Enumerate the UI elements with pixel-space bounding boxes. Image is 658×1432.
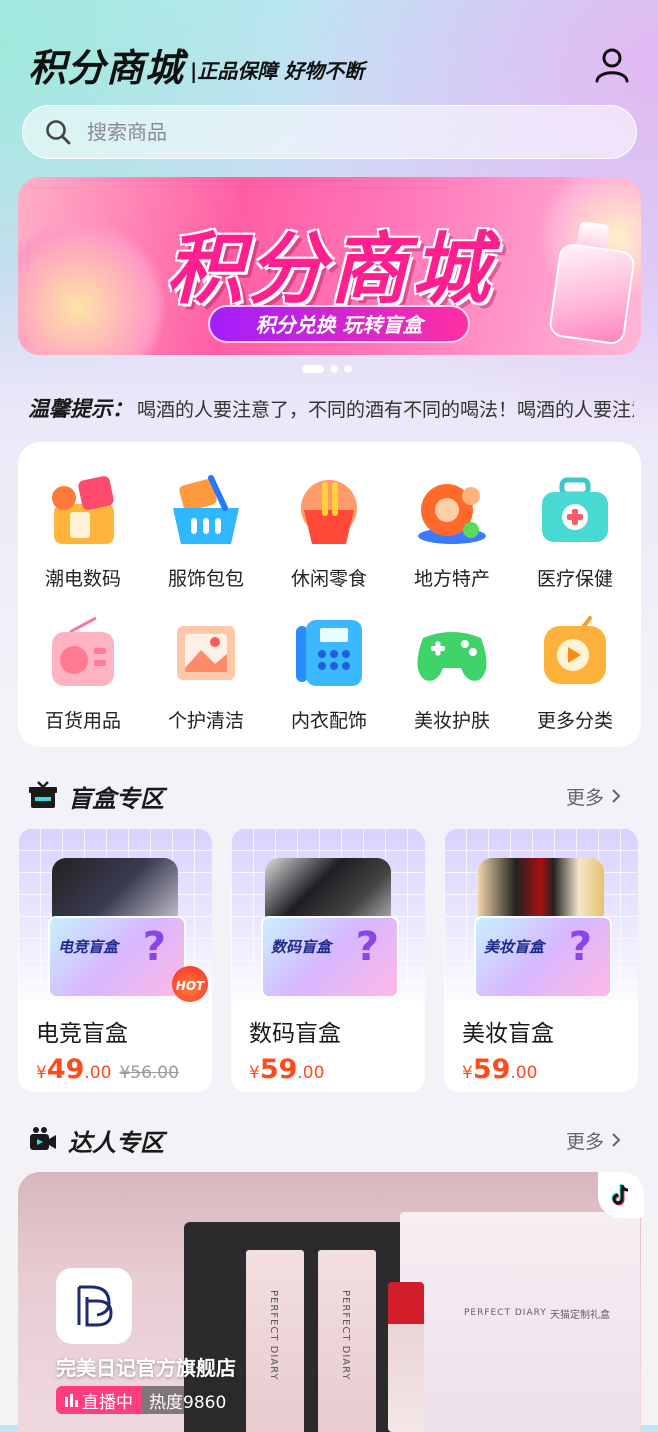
blindbox-image: 美妆盲盒? bbox=[444, 828, 638, 1000]
search-input[interactable] bbox=[85, 119, 569, 145]
pagination-dot[interactable] bbox=[330, 365, 338, 373]
product-name: 电竞盲盒 bbox=[36, 1021, 128, 1047]
category-item[interactable]: 个护清洁 bbox=[151, 610, 261, 733]
category-item[interactable]: 休闲零食 bbox=[274, 468, 384, 591]
category-label: 更多分类 bbox=[536, 710, 613, 732]
radio-icon bbox=[40, 610, 126, 696]
product-stick: PERFECT DIARY bbox=[246, 1250, 304, 1432]
category-label: 休闲零食 bbox=[290, 568, 367, 590]
category-item[interactable]: 内衣配饰 bbox=[274, 610, 384, 733]
more-label: 更多 bbox=[565, 786, 604, 809]
category-label: 美妆护肤 bbox=[413, 710, 490, 732]
specialty-icon bbox=[409, 468, 495, 554]
box-label: 美妆盲盒 bbox=[484, 938, 545, 956]
blindbox-card[interactable]: 数码盲盒? 数码盲盒 ¥59.00 bbox=[231, 828, 425, 1092]
blindbox-card[interactable]: 电竞盲盒? 电竞盲盒 ¥49.00 ¥56.00 bbox=[18, 828, 212, 1092]
category-item[interactable]: 潮电数码 bbox=[28, 468, 138, 591]
gift-box: PERFECT DIARY 天猫定制礼盒 bbox=[400, 1212, 640, 1432]
chevron-right-icon bbox=[612, 1133, 621, 1147]
category-label: 潮电数码 bbox=[44, 568, 121, 590]
search-icon bbox=[46, 120, 71, 145]
medical-kit-icon bbox=[532, 468, 618, 554]
play-icon bbox=[532, 610, 618, 696]
user-icon[interactable] bbox=[592, 44, 632, 84]
box-label: 电竞盲盒 bbox=[58, 938, 119, 956]
category-item[interactable]: 百货用品 bbox=[28, 610, 138, 733]
blindbox-image: 数码盲盒? bbox=[231, 828, 425, 1000]
product-price: ¥59.00 bbox=[249, 1054, 325, 1085]
lipstick-image bbox=[388, 1282, 424, 1432]
category-label: 服饰包包 bbox=[167, 568, 244, 590]
tiktok-icon bbox=[598, 1172, 644, 1218]
category-grid: 潮电数码 服饰包包 休闲零食 地方特产 医疗保健 百货用品 个护清洁 内衣配饰 … bbox=[18, 442, 641, 747]
category-label: 医疗保健 bbox=[536, 568, 613, 590]
original-price: ¥56.00 bbox=[119, 1063, 179, 1083]
live-indicator: 直播中 bbox=[56, 1386, 141, 1414]
promo-banner[interactable]: 积分商城 积分兑换 玩转盲盒 bbox=[18, 177, 641, 355]
notice-label: 温馨提示： bbox=[28, 397, 133, 421]
digital-icon bbox=[40, 468, 126, 554]
banner-title: 积分商城 bbox=[165, 225, 494, 315]
pagination-dot[interactable] bbox=[344, 365, 352, 373]
heat-count: 热度9860 bbox=[141, 1386, 235, 1414]
category-item[interactable]: 医疗保健 bbox=[520, 468, 630, 591]
gift-box-icon bbox=[29, 781, 57, 808]
phone-icon bbox=[286, 610, 372, 696]
notice-text: 喝酒的人要注意了，不同的酒有不同的喝法！喝酒的人要注意了，不同的酒有不同的喝法！ bbox=[137, 398, 634, 421]
banner-pagination bbox=[302, 365, 352, 373]
blindbox-more-link[interactable]: 更多 bbox=[566, 783, 624, 810]
picture-icon bbox=[163, 610, 249, 696]
page-title: 积分商城 bbox=[28, 46, 185, 90]
live-stream-card[interactable]: PERFECT DIARY PERFECT DIARY PERFECT DIAR… bbox=[18, 1172, 641, 1432]
product-price: ¥59.00 bbox=[462, 1054, 538, 1085]
store-name: 完美日记官方旗舰店 bbox=[56, 1356, 236, 1380]
category-label: 地方特产 bbox=[413, 568, 490, 590]
category-item[interactable]: 美妆护肤 bbox=[397, 610, 507, 733]
section-title: 达人专区 bbox=[68, 1128, 164, 1157]
category-item[interactable]: 服饰包包 bbox=[151, 468, 261, 591]
blindbox-section-header: 盲盒专区 更多 bbox=[28, 776, 632, 816]
chevron-right-icon bbox=[612, 789, 621, 803]
category-item[interactable]: 地方特产 bbox=[397, 468, 507, 591]
header: 积分商城 |正品保障 好物不断 bbox=[28, 40, 364, 90]
category-item[interactable]: 更多分类 bbox=[520, 610, 630, 733]
snack-icon bbox=[286, 468, 372, 554]
notice-marquee: 温馨提示： 喝酒的人要注意了，不同的酒有不同的喝法！喝酒的人要注意了，不同的酒有… bbox=[28, 392, 634, 424]
live-bars-icon bbox=[65, 1394, 78, 1407]
pagination-dot-active[interactable] bbox=[302, 365, 324, 373]
hot-badge: HOT bbox=[172, 966, 208, 1002]
blindbox-card[interactable]: 美妆盲盒? 美妆盲盒 ¥59.00 bbox=[444, 828, 638, 1092]
store-logo bbox=[56, 1268, 132, 1344]
product-price: ¥49.00 ¥56.00 bbox=[36, 1054, 179, 1085]
basket-icon bbox=[163, 468, 249, 554]
live-status-badge: 直播中 热度9860 bbox=[56, 1386, 235, 1414]
search-bar[interactable] bbox=[22, 105, 637, 159]
section-title: 盲盒专区 bbox=[68, 784, 164, 813]
perfect-diary-logo bbox=[77, 1285, 113, 1327]
product-name: 数码盲盒 bbox=[249, 1021, 341, 1047]
category-label: 个护清洁 bbox=[167, 710, 244, 732]
creator-more-link[interactable]: 更多 bbox=[566, 1127, 624, 1154]
more-label: 更多 bbox=[565, 1130, 604, 1153]
video-camera-icon bbox=[30, 1127, 56, 1150]
box-label: 数码盲盒 bbox=[271, 938, 332, 956]
banner-subtitle: 积分兑换 玩转盲盒 bbox=[208, 305, 470, 343]
category-label: 内衣配饰 bbox=[290, 710, 367, 732]
product-name: 美妆盲盒 bbox=[462, 1021, 554, 1047]
category-label: 百货用品 bbox=[44, 710, 121, 732]
product-stick: PERFECT DIARY bbox=[318, 1250, 376, 1432]
page-slogan: |正品保障 好物不断 bbox=[190, 59, 365, 83]
gamepad-icon bbox=[409, 610, 495, 696]
creator-section-header: 达人专区 更多 bbox=[28, 1120, 632, 1160]
